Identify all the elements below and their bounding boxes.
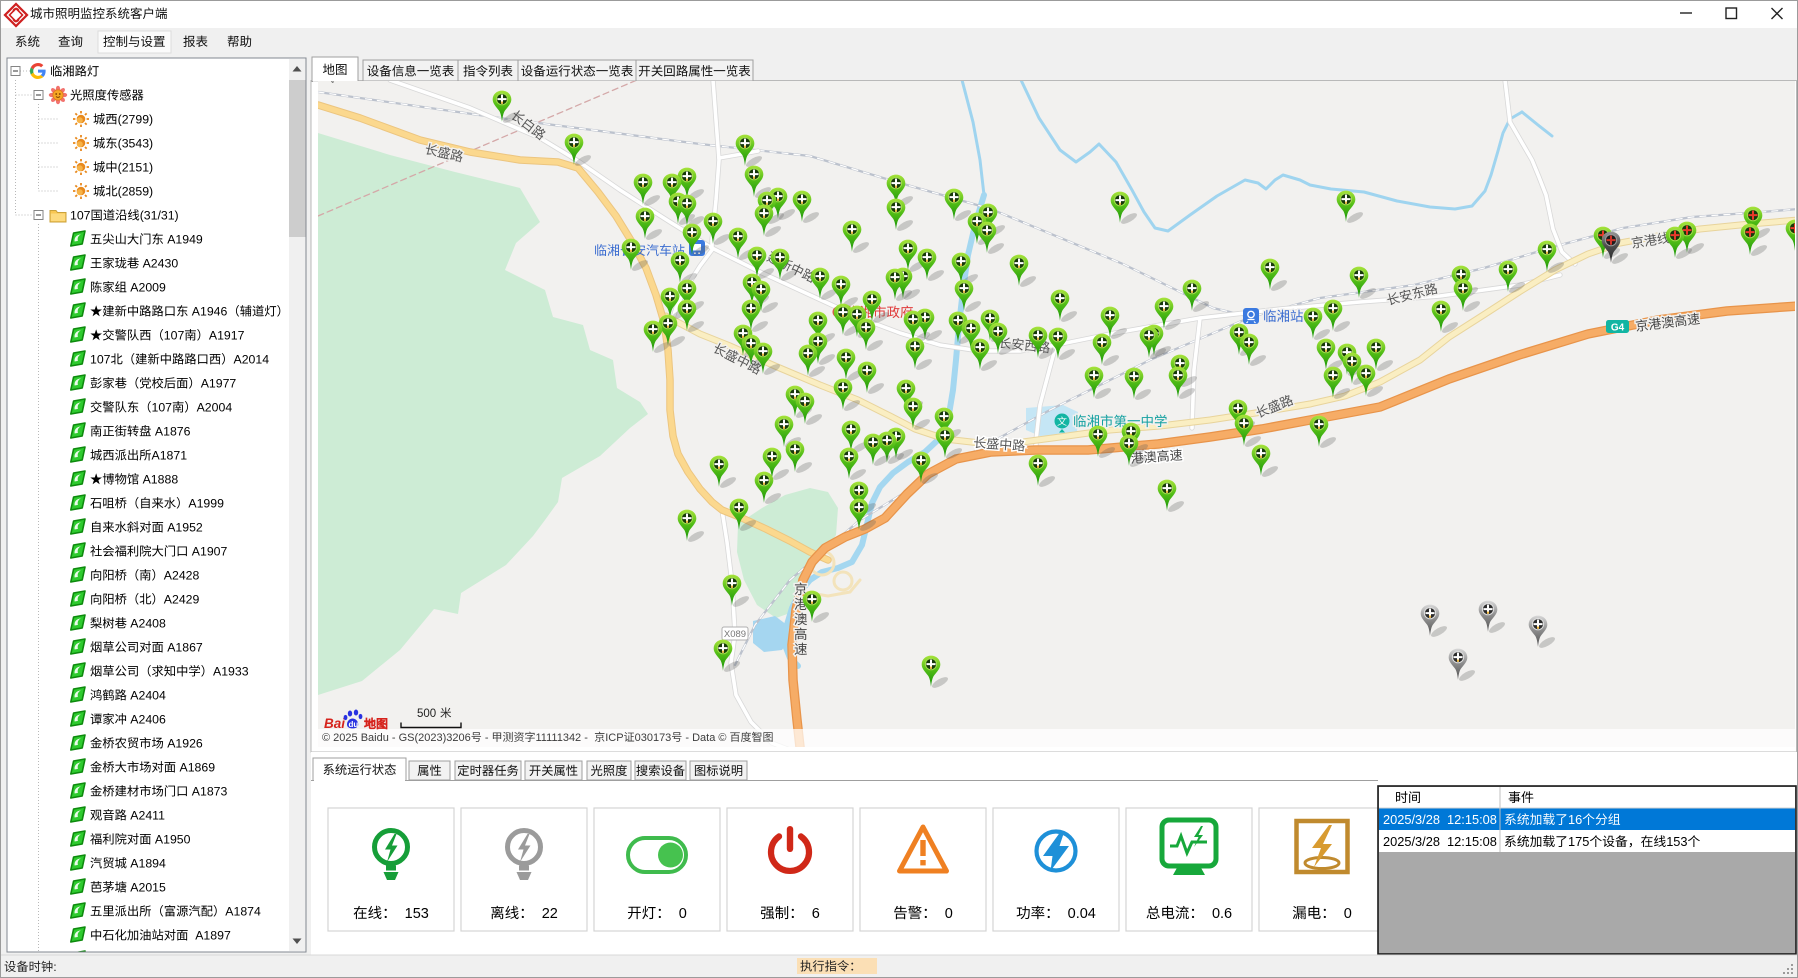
svg-text::: :	[53, 960, 56, 974]
svg-text:A1894: A1894	[127, 857, 166, 871]
svg-text:0.04: 0.04	[1060, 906, 1096, 922]
svg-text:A2428: A2428	[164, 569, 200, 583]
svg-text:(2859): (2859)	[118, 185, 154, 199]
svg-text:-: -	[482, 732, 492, 744]
svg-text:A2408: A2408	[127, 617, 166, 631]
svg-text:A1874: A1874	[225, 905, 261, 919]
svg-text:22: 22	[534, 906, 558, 922]
svg-text:(2151): (2151)	[118, 161, 154, 175]
svg-text:A1926: A1926	[164, 737, 203, 751]
svg-text:500: 500	[417, 708, 439, 720]
svg-text:A1949: A1949	[164, 233, 203, 247]
svg-text:2025/3/28 12:15:08: 2025/3/28 12:15:08	[1383, 834, 1497, 849]
svg-text:153: 153	[397, 906, 429, 922]
svg-text:du: du	[349, 720, 359, 729]
svg-text:0.6: 0.6	[1204, 906, 1232, 922]
svg-text:6: 6	[804, 906, 820, 922]
svg-text:A1977: A1977	[201, 377, 237, 391]
svg-text:A1933: A1933	[213, 665, 249, 679]
svg-text:11111342 -: 11111342 -	[536, 732, 591, 744]
svg-text:G4: G4	[1611, 323, 1625, 334]
svg-text:- Data ©: - Data ©	[682, 732, 729, 744]
svg-text:A1869: A1869	[176, 761, 215, 775]
svg-text:A2004: A2004	[197, 401, 233, 415]
svg-text:A2411: A2411	[127, 809, 165, 823]
svg-text:A1867: A1867	[164, 641, 203, 655]
svg-text:X089: X089	[724, 629, 746, 640]
svg-text:A2009: A2009	[127, 281, 166, 295]
svg-text:A1952: A1952	[164, 521, 203, 535]
svg-text:A1897: A1897	[188, 929, 231, 943]
svg-text:16: 16	[1568, 812, 1582, 827]
svg-text:0: 0	[937, 906, 953, 922]
svg-text:(3543): (3543)	[118, 137, 154, 151]
svg-text:0: 0	[671, 906, 687, 922]
svg-text:A2430: A2430	[139, 257, 178, 271]
svg-text:A1876: A1876	[152, 425, 191, 439]
svg-text:107: 107	[70, 209, 91, 223]
svg-text:A1999: A1999	[188, 497, 224, 511]
svg-text:A1871: A1871	[152, 449, 188, 463]
svg-text:© 2025 Baidu - GS(2023)3206: © 2025 Baidu - GS(2023)3206	[322, 732, 471, 744]
svg-text:A2015: A2015	[127, 881, 166, 895]
svg-text:A2404: A2404	[127, 689, 166, 703]
svg-text:A1907: A1907	[188, 545, 227, 559]
svg-text:A2406: A2406	[127, 713, 166, 727]
svg-text:A1946: A1946	[188, 305, 227, 319]
svg-text:A2014: A2014	[234, 353, 270, 367]
svg-text:107: 107	[152, 401, 173, 415]
svg-text:A1873: A1873	[188, 785, 227, 799]
svg-text:030173: 030173	[635, 732, 672, 744]
svg-text:Bai: Bai	[324, 716, 345, 731]
svg-text:107: 107	[164, 329, 185, 343]
svg-text:107: 107	[90, 353, 111, 367]
svg-text:A1950: A1950	[152, 833, 191, 847]
svg-text:0: 0	[1336, 906, 1352, 922]
svg-text:2025/3/28 12:15:08: 2025/3/28 12:15:08	[1383, 812, 1497, 827]
svg-text:153: 153	[1666, 834, 1687, 849]
svg-text:(31/31): (31/31)	[140, 209, 179, 223]
svg-text:(2799): (2799)	[118, 113, 154, 127]
svg-text:A2429: A2429	[164, 593, 200, 607]
svg-text:175: 175	[1568, 834, 1589, 849]
svg-text:A1917: A1917	[209, 329, 245, 343]
svg-text:ICP: ICP	[605, 732, 623, 744]
svg-text:A1888: A1888	[139, 473, 178, 487]
